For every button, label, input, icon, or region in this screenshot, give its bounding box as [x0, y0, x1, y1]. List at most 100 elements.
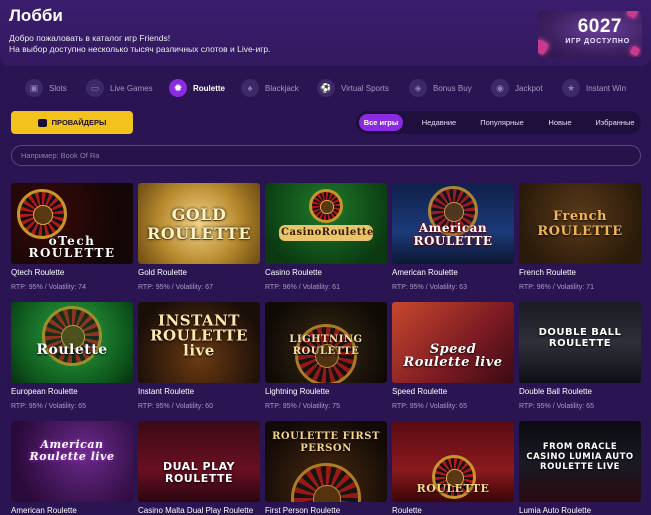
game-card[interactable]: INSTANT ROULETTE live Instant Roulette R… — [138, 302, 260, 410]
game-title: Casino Roulette — [265, 268, 322, 277]
game-title: American Roulette — [392, 268, 458, 277]
subtitle-line-1: Добро пожаловать в каталог игр Friends! — [9, 33, 171, 43]
game-thumbnail[interactable]: FROM ORACLE CASINO LUMIA AUTO ROULETTE L… — [519, 421, 641, 502]
page-title: Лобби — [9, 6, 63, 25]
games-count: 6027 — [577, 16, 622, 37]
game-logo: INSTANT ROULETTE live — [150, 311, 248, 360]
game-card[interactable]: LIGHTNING ROULETTE Lightning Roulette RT… — [265, 302, 387, 410]
roulette-wheel-icon — [309, 189, 343, 223]
providers-label: ПРОВАЙДЕРЫ — [51, 118, 107, 127]
game-thumbnail[interactable]: French ROULETTE — [519, 183, 641, 264]
game-title: Speed Roulette — [392, 387, 448, 396]
game-title: Gold Roulette — [138, 268, 187, 277]
tab-live-games[interactable]: ▭ Live Games — [86, 77, 153, 99]
game-thumbnail[interactable]: DUAL PLAY ROULETTE — [138, 421, 260, 502]
tab-instant-win[interactable]: ★ Instant Win — [562, 77, 626, 99]
subtitle-line-2: На выбор доступно несколько тысяч различ… — [9, 44, 271, 54]
game-thumbnail[interactable]: CasinoRoulette — [265, 183, 387, 264]
game-card[interactable]: American Roulette live American Roulette — [11, 421, 133, 515]
games-counter: 6027 ИГР ДОСТУПНО — [538, 11, 642, 57]
filter-popular[interactable]: Популярные — [474, 114, 530, 131]
game-card[interactable]: Speed Roulette live Speed Roulette RTP: … — [392, 302, 514, 410]
game-card[interactable]: Roulette European Roulette RTP: 95% / Vo… — [11, 302, 133, 410]
game-stats: RTP: 95% / Volatility: 60 — [138, 403, 213, 410]
game-thumbnail[interactable]: ROULETTE — [392, 421, 514, 502]
game-thumbnail[interactable]: GOLD ROULETTE — [138, 183, 260, 264]
filter-new[interactable]: Новые — [538, 114, 582, 131]
lobby-subtitle: Добро пожаловать в каталог игр Friends! … — [9, 33, 271, 55]
game-card[interactable]: DOUBLE BALL ROULETTE Double Ball Roulett… — [519, 302, 641, 410]
cube-decoration-icon — [626, 11, 639, 19]
game-logo: DUAL PLAY ROULETTE — [162, 460, 236, 485]
cards-icon: ♠ — [241, 79, 259, 97]
game-thumbnail[interactable]: oTech ROULETTE — [11, 183, 133, 264]
bag-icon: ◈ — [409, 79, 427, 97]
tab-blackjack[interactable]: ♠ Blackjack — [241, 77, 299, 99]
game-stats: RTP: 95% / Volatility: 67 — [138, 284, 213, 291]
game-title: Qtech Roulette — [11, 268, 65, 277]
providers-icon — [37, 118, 47, 127]
game-thumbnail[interactable]: Roulette — [11, 302, 133, 383]
game-card[interactable]: American ROULETTE American Roulette RTP:… — [392, 183, 514, 291]
filter-pills: Все игры Недавние Популярные Новые Избра… — [356, 111, 641, 134]
game-thumbnail[interactable]: ROULETTE FIRST PERSON — [265, 421, 387, 502]
filter-all-games[interactable]: Все игры — [359, 114, 403, 131]
game-logo: American Roulette live — [29, 438, 115, 463]
game-title: Lightning Roulette — [265, 387, 330, 396]
game-card[interactable]: French ROULETTE French Roulette RTP: 96%… — [519, 183, 641, 291]
tab-jackpot[interactable]: ◉ Jackpot — [491, 77, 543, 99]
game-title: Roulette — [392, 506, 422, 515]
game-logo: ROULETTE FIRST PERSON — [272, 431, 380, 454]
game-stats: RTP: 96% / Volatility: 71 — [519, 284, 594, 291]
game-logo: oTech ROULETTE — [28, 234, 116, 260]
search-input[interactable] — [11, 145, 641, 166]
game-stats: RTP: 95% / Volatility: 75 — [265, 403, 340, 410]
game-card[interactable]: FROM ORACLE CASINO LUMIA AUTO ROULETTE L… — [519, 421, 641, 515]
game-logo: French ROULETTE — [537, 208, 623, 239]
game-thumbnail[interactable]: LIGHTNING ROULETTE — [265, 302, 387, 383]
tab-bonus-buy[interactable]: ◈ Bonus Buy — [409, 77, 472, 99]
game-card[interactable]: oTech ROULETTE Qtech Roulette RTP: 95% /… — [11, 183, 133, 291]
game-title: Double Ball Roulette — [519, 387, 592, 396]
game-card[interactable]: GOLD ROULETTE Gold Roulette RTP: 95% / V… — [138, 183, 260, 291]
tab-label: Instant Win — [586, 83, 627, 93]
game-card[interactable]: DUAL PLAY ROULETTE Casino Malta Dual Pla… — [138, 421, 260, 515]
game-title: First Person Roulette — [265, 506, 341, 515]
roulette-wheel-icon — [17, 189, 67, 239]
providers-button[interactable]: ПРОВАЙДЕРЫ — [11, 111, 133, 134]
game-title: Instant Roulette — [138, 387, 195, 396]
monitor-icon: ▭ — [86, 79, 104, 97]
games-count-label: ИГР ДОСТУПНО — [565, 38, 630, 45]
game-thumbnail[interactable]: American Roulette live — [11, 421, 133, 502]
game-stats: RTP: 95% / Volatility: 65 — [392, 403, 467, 410]
game-card[interactable]: ROULETTE Roulette — [392, 421, 514, 515]
game-title: American Roulette — [11, 506, 77, 515]
game-card[interactable]: CasinoRoulette Casino Roulette RTP: 96% … — [265, 183, 387, 291]
tab-label: Live Games — [110, 83, 153, 93]
filter-recent[interactable]: Недавние — [412, 114, 466, 131]
tab-roulette[interactable]: ✹ Roulette — [169, 77, 225, 99]
tab-label: Roulette — [193, 83, 225, 93]
game-title: French Roulette — [519, 268, 576, 277]
game-title: European Roulette — [11, 387, 78, 396]
game-logo: FROM ORACLE CASINO LUMIA AUTO ROULETTE L… — [526, 442, 634, 472]
game-thumbnail[interactable]: DOUBLE BALL ROULETTE — [519, 302, 641, 383]
tab-label: Jackpot — [515, 83, 543, 93]
trophy-icon: ★ — [562, 79, 580, 97]
game-logo: LIGHTNING ROULETTE — [289, 334, 363, 357]
coins-icon: ◉ — [491, 79, 509, 97]
tab-label: Bonus Buy — [433, 83, 472, 93]
game-logo: GOLD ROULETTE — [146, 204, 252, 243]
game-logo: American ROULETTE — [413, 221, 493, 248]
tab-label: Virtual Sports — [341, 83, 389, 93]
game-thumbnail[interactable]: Speed Roulette live — [392, 302, 514, 383]
lobby-header: Лобби Добро пожаловать в каталог игр Fri… — [0, 0, 651, 66]
game-card[interactable]: ROULETTE FIRST PERSON First Person Roule… — [265, 421, 387, 515]
game-thumbnail[interactable]: American ROULETTE — [392, 183, 514, 264]
tab-virtual-sports[interactable]: ⚽ Virtual Sports — [317, 77, 389, 99]
tab-slots[interactable]: ▣ Slots — [25, 77, 67, 99]
game-logo: ROULETTE — [416, 482, 490, 495]
game-thumbnail[interactable]: INSTANT ROULETTE live — [138, 302, 260, 383]
tab-label: Slots — [49, 83, 67, 93]
filter-favorites[interactable]: Избранные — [589, 114, 641, 131]
